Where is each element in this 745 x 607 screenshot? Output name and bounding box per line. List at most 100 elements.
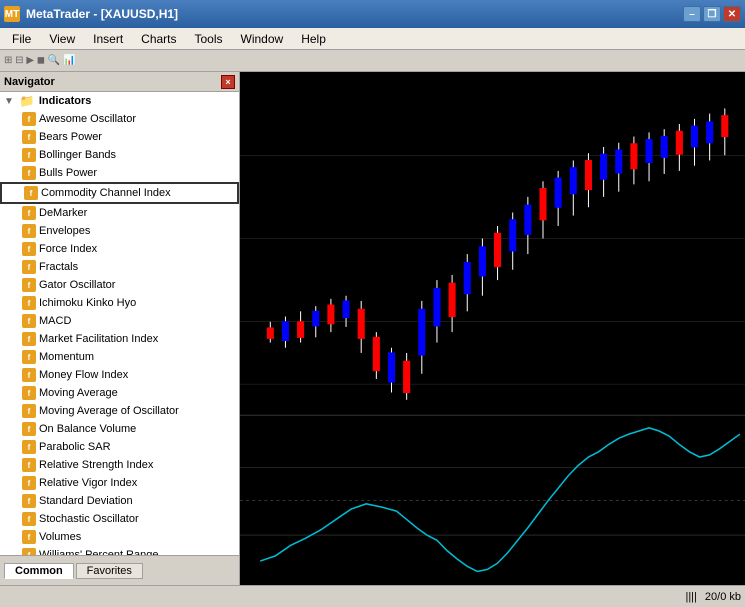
indicators-collapse-icon: ▼	[4, 96, 14, 107]
nav-item-envelopes[interactable]: f Envelopes	[0, 222, 239, 240]
navigator-bottom-tabs: Common Favorites	[0, 555, 239, 585]
nav-item-awesome-oscillator[interactable]: f Awesome Oscillator	[0, 110, 239, 128]
nav-item-icon: f	[22, 278, 36, 292]
nav-item-icon: f	[22, 530, 36, 544]
nav-item-label: Force Index	[39, 243, 97, 255]
menu-help[interactable]: Help	[293, 30, 334, 48]
nav-item-demarker[interactable]: f DeMarker	[0, 204, 239, 222]
nav-item-icon: f	[22, 386, 36, 400]
menu-charts[interactable]: Charts	[133, 30, 184, 48]
nav-item-icon: f	[22, 404, 36, 418]
nav-item-icon: f	[22, 148, 36, 162]
nav-item-label: Envelopes	[39, 225, 90, 237]
navigator-close-button[interactable]: ×	[221, 75, 235, 89]
nav-item-icon: f	[22, 112, 36, 126]
nav-item-label: Standard Deviation	[39, 495, 133, 507]
title-bar-left: MT MetaTrader - [XAUUSD,H1]	[4, 6, 178, 22]
status-size: 20/0 kb	[705, 591, 741, 603]
maximize-button[interactable]: ❐	[703, 6, 721, 22]
chart-svg	[240, 72, 745, 585]
nav-item-icon: f	[22, 368, 36, 382]
nav-item-parabolic[interactable]: f Parabolic SAR	[0, 438, 239, 456]
nav-item-label: MACD	[39, 315, 71, 327]
nav-items[interactable]: ▼ 📁 Indicators f Awesome Oscillator f Be…	[0, 92, 239, 555]
nav-item-mao[interactable]: f Moving Average of Oscillator	[0, 402, 239, 420]
navigator-title: Navigator	[4, 76, 55, 88]
tab-favorites[interactable]: Favorites	[76, 563, 143, 579]
menu-view[interactable]: View	[41, 30, 83, 48]
nav-item-fractals[interactable]: f Fractals	[0, 258, 239, 276]
nav-item-williams[interactable]: f Williams' Percent Range	[0, 546, 239, 555]
nav-item-label: Gator Oscillator	[39, 279, 115, 291]
nav-item-bears-power[interactable]: f Bears Power	[0, 128, 239, 146]
nav-item-icon: f	[22, 332, 36, 346]
title-bar-controls: – ❐ ✕	[683, 6, 741, 22]
nav-item-label: Ichimoku Kinko Hyo	[39, 297, 136, 309]
nav-item-label: Moving Average of Oscillator	[39, 405, 179, 417]
nav-item-icon: f	[22, 296, 36, 310]
nav-item-icon: f	[22, 422, 36, 436]
nav-item-stochastic[interactable]: f Stochastic Oscillator	[0, 510, 239, 528]
nav-item-label: On Balance Volume	[39, 423, 136, 435]
status-spacer	[4, 591, 7, 602]
nav-item-money-flow[interactable]: f Money Flow Index	[0, 366, 239, 384]
status-right: |||| 20/0 kb	[685, 591, 741, 603]
main-content: Navigator × ▼ 📁 Indicators f Awesome Osc…	[0, 72, 745, 585]
nav-item-stddev[interactable]: f Standard Deviation	[0, 492, 239, 510]
nav-item-rvi[interactable]: f Relative Vigor Index	[0, 474, 239, 492]
app-icon: MT	[4, 6, 20, 22]
nav-list-container: ▼ 📁 Indicators f Awesome Oscillator f Be…	[0, 92, 239, 555]
status-bar: |||| 20/0 kb	[0, 585, 745, 607]
indicators-folder[interactable]: ▼ 📁 Indicators	[0, 92, 239, 110]
nav-item-moving-average[interactable]: f Moving Average	[0, 384, 239, 402]
nav-item-label: Bollinger Bands	[39, 149, 116, 161]
nav-item-icon: f	[22, 242, 36, 256]
nav-item-label: Momentum	[39, 351, 94, 363]
close-button[interactable]: ✕	[723, 6, 741, 22]
nav-item-icon: f	[22, 260, 36, 274]
nav-item-rsi[interactable]: f Relative Strength Index	[0, 456, 239, 474]
nav-item-label: Money Flow Index	[39, 369, 128, 381]
nav-item-icon: f	[22, 494, 36, 508]
nav-item-label: Stochastic Oscillator	[39, 513, 139, 525]
minimize-button[interactable]: –	[683, 6, 701, 22]
toolbar-spacer: ⊞ ⊟ ▶ ◼ 🔍 📊	[4, 55, 76, 66]
nav-item-mfi-index[interactable]: f Market Facilitation Index	[0, 330, 239, 348]
menu-insert[interactable]: Insert	[85, 30, 131, 48]
window-title: MetaTrader - [XAUUSD,H1]	[26, 7, 178, 21]
toolbar: ⊞ ⊟ ▶ ◼ 🔍 📊	[0, 50, 745, 72]
menu-file[interactable]: File	[4, 30, 39, 48]
nav-item-icon: f	[24, 186, 38, 200]
nav-item-macd[interactable]: f MACD	[0, 312, 239, 330]
nav-item-gator[interactable]: f Gator Oscillator	[0, 276, 239, 294]
menu-window[interactable]: Window	[233, 30, 292, 48]
nav-item-bollinger-bands[interactable]: f Bollinger Bands	[0, 146, 239, 164]
nav-item-label: Relative Vigor Index	[39, 477, 137, 489]
navigator-header: Navigator ×	[0, 72, 239, 92]
nav-item-icon: f	[22, 224, 36, 238]
nav-item-label: Commodity Channel Index	[41, 187, 171, 199]
navigator-panel: Navigator × ▼ 📁 Indicators f Awesome Osc…	[0, 72, 240, 585]
nav-item-icon: f	[22, 458, 36, 472]
nav-item-force-index[interactable]: f Force Index	[0, 240, 239, 258]
nav-item-label: Bulls Power	[39, 167, 97, 179]
nav-item-label: Volumes	[39, 531, 81, 543]
title-bar: MT MetaTrader - [XAUUSD,H1] – ❐ ✕	[0, 0, 745, 28]
nav-item-volumes[interactable]: f Volumes	[0, 528, 239, 546]
nav-item-cci[interactable]: f Commodity Channel Index	[0, 182, 239, 204]
tab-common[interactable]: Common	[4, 563, 74, 579]
nav-item-obv[interactable]: f On Balance Volume	[0, 420, 239, 438]
nav-item-label: Market Facilitation Index	[39, 333, 158, 345]
nav-item-ichimoku[interactable]: f Ichimoku Kinko Hyo	[0, 294, 239, 312]
chart-area[interactable]: Double Click Commodity Channel Index	[240, 72, 745, 585]
nav-item-momentum[interactable]: f Momentum	[0, 348, 239, 366]
nav-item-icon: f	[22, 548, 36, 555]
nav-item-bulls-power[interactable]: f Bulls Power	[0, 164, 239, 182]
status-left	[4, 591, 7, 602]
nav-item-label: Parabolic SAR	[39, 441, 111, 453]
indicators-folder-label: Indicators	[39, 95, 92, 107]
menu-bar: File View Insert Charts Tools Window Hel…	[0, 28, 745, 50]
menu-tools[interactable]: Tools	[187, 30, 231, 48]
nav-item-label: Bears Power	[39, 131, 102, 143]
bars-icon: ||||	[685, 591, 696, 603]
